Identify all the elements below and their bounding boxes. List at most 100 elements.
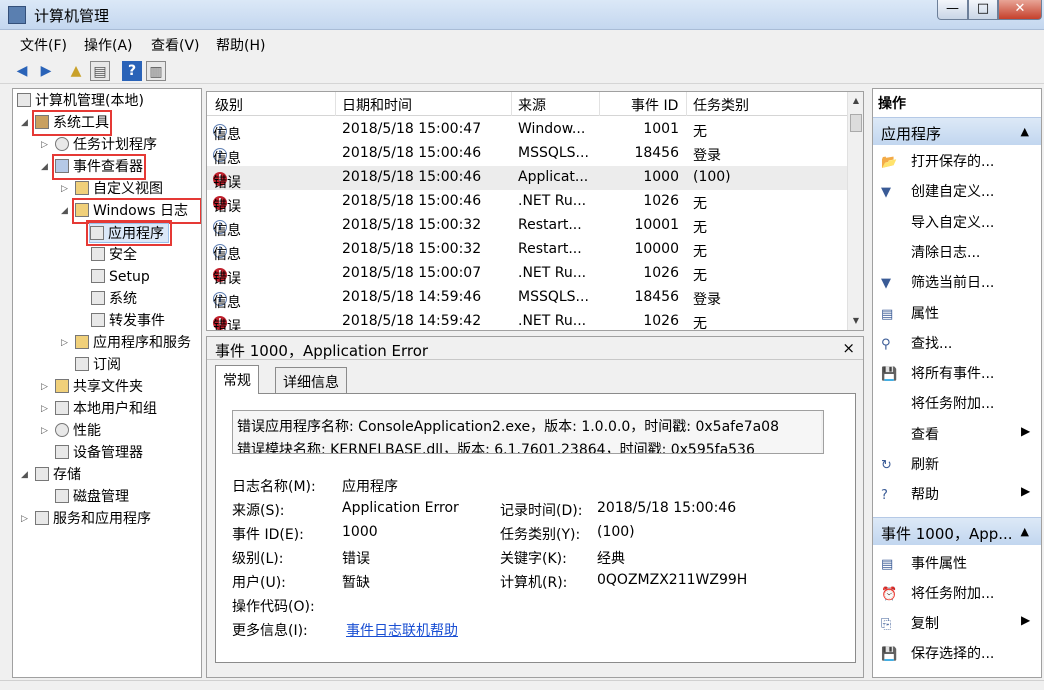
action-copy[interactable]: ⎘ 复制 ▶ xyxy=(881,613,1030,637)
show-hide-action-pane-icon[interactable]: ▥ xyxy=(146,61,166,81)
action-attach-task[interactable]: 将任务附加... xyxy=(881,393,994,417)
menu-view[interactable]: 查看(V) xyxy=(151,35,200,55)
actions-section-event[interactable]: 事件 1000，App... ▲ xyxy=(873,517,1041,545)
table-row[interactable]: i 信息 2018/5/18 15:00:32 Restart... 10000 无 xyxy=(207,238,847,263)
back-arrow-icon[interactable]: ◀ xyxy=(12,61,32,81)
tree-shared-folders[interactable]: 共享文件夹 xyxy=(55,377,143,397)
tree-system-tools[interactable]: 系统工具 xyxy=(32,110,112,136)
tree-services-apps[interactable]: 服务和应用程序 xyxy=(35,509,151,529)
online-help-link[interactable]: 事件日志联机帮助 xyxy=(346,620,458,640)
folder-icon xyxy=(75,203,89,217)
table-row[interactable]: i 信息 2018/5/18 14:59:46 MSSQLS... 18456 登录 xyxy=(207,286,847,311)
action-view[interactable]: 查看 ▶ xyxy=(881,424,1030,448)
tree-root[interactable]: 计算机管理(本地) xyxy=(17,91,144,111)
action-create-custom-view[interactable]: ▼ 创建自定义... xyxy=(881,181,994,205)
action-help[interactable]: ? 帮助 ▶ xyxy=(881,484,1030,508)
close-icon[interactable]: × xyxy=(842,339,855,357)
tree-local-users[interactable]: 本地用户和组 xyxy=(55,399,157,419)
expand-icon[interactable]: ▷ xyxy=(61,338,68,348)
column-source[interactable]: 来源 xyxy=(518,95,546,115)
disk-icon xyxy=(55,489,69,503)
menu-file[interactable]: 文件(F) xyxy=(20,35,67,55)
close-button[interactable]: ✕ xyxy=(998,0,1042,20)
tree-apps-services-logs[interactable]: 应用程序和服务 xyxy=(75,333,191,353)
column-divider[interactable] xyxy=(599,92,600,116)
table-row[interactable]: i 信息 2018/5/18 15:00:46 MSSQLS... 18456 登录 xyxy=(207,142,847,167)
up-folder-icon[interactable]: ▲ xyxy=(66,61,86,81)
collapse-icon[interactable]: ◢ xyxy=(21,118,28,128)
table-row[interactable]: i 信息 2018/5/18 15:00:32 Restart... 10001 无 xyxy=(207,214,847,239)
table-row[interactable]: ! 错误 2018/5/18 15:00:07 .NET Ru... 1026 无 xyxy=(207,262,847,287)
action-refresh[interactable]: ↻ 刷新 xyxy=(881,454,939,478)
expand-icon[interactable]: ▷ xyxy=(41,382,48,392)
event-id-label: 事件 ID(E): xyxy=(232,527,304,543)
action-find[interactable]: ⚲ 查找... xyxy=(881,333,952,357)
table-row[interactable]: i 信息 2018/5/18 15:00:47 Window... 1001 无 xyxy=(207,118,847,143)
collapse-icon[interactable]: ◢ xyxy=(61,206,68,216)
tree-event-viewer[interactable]: 事件查看器 xyxy=(52,154,146,180)
maximize-button[interactable]: □ xyxy=(968,0,998,20)
action-save-selected-events[interactable]: 💾 保存选择的... xyxy=(881,643,994,667)
forward-arrow-icon[interactable]: ▶ xyxy=(36,61,56,81)
collapse-up-icon[interactable]: ▲ xyxy=(1021,125,1029,138)
tree-security-log[interactable]: 安全 xyxy=(91,245,137,265)
tree-application-log[interactable]: 应用程序 xyxy=(86,220,172,246)
column-divider[interactable] xyxy=(511,92,512,116)
tree-disk-management[interactable]: 磁盘管理 xyxy=(55,487,129,507)
action-filter-current-log[interactable]: ▼ 筛选当前日... xyxy=(881,272,994,296)
scroll-up-icon[interactable]: ▲ xyxy=(822,413,823,427)
event-description[interactable]: 错误应用程序名称: ConsoleApplication2.exe，版本: 1.… xyxy=(232,410,824,454)
action-event-properties[interactable]: ▤ 事件属性 xyxy=(881,553,967,577)
scroll-down-icon[interactable]: ▼ xyxy=(822,437,823,451)
help-icon[interactable]: ? xyxy=(122,61,142,81)
column-divider[interactable] xyxy=(335,92,336,116)
action-attach-task-to-event[interactable]: ⏰ 将任务附加... xyxy=(881,583,994,607)
menu-action[interactable]: 操作(A) xyxy=(84,35,133,55)
action-save-all-events[interactable]: 💾 将所有事件... xyxy=(881,363,994,387)
scroll-up-icon[interactable]: ▲ xyxy=(849,94,863,108)
action-import-custom-view[interactable]: 导入自定义... xyxy=(881,212,994,236)
expand-icon[interactable]: ▷ xyxy=(41,140,48,150)
tree-task-scheduler[interactable]: 任务计划程序 xyxy=(55,135,157,155)
tree-performance[interactable]: 性能 xyxy=(55,421,101,441)
list-scrollbar[interactable]: ▲ ▼ xyxy=(847,92,863,330)
description-scrollbar[interactable]: ▲ ▼ xyxy=(821,411,823,453)
show-hide-tree-icon[interactable]: ▤ xyxy=(90,61,110,81)
column-task-category[interactable]: 任务类别 xyxy=(693,95,749,115)
column-divider[interactable] xyxy=(686,92,687,116)
minimize-button[interactable]: — xyxy=(937,0,968,20)
tab-details[interactable]: 详细信息 xyxy=(275,367,347,393)
collapse-icon[interactable]: ◢ xyxy=(21,470,28,480)
table-row[interactable]: ! 错误 2018/5/18 15:00:46 .NET Ru... 1026 无 xyxy=(207,190,847,215)
event-id-cell: 10001 xyxy=(634,217,679,233)
collapse-icon[interactable]: ◢ xyxy=(41,162,48,172)
tree-subscriptions[interactable]: 订阅 xyxy=(75,355,121,375)
expand-icon[interactable]: ▷ xyxy=(41,426,48,436)
tree-storage[interactable]: 存储 xyxy=(35,465,81,485)
menu-help[interactable]: 帮助(H) xyxy=(216,35,265,55)
tree-custom-views[interactable]: 自定义视图 xyxy=(75,179,163,199)
action-open-saved-log[interactable]: 📂 打开保存的... xyxy=(881,151,994,175)
tree-setup-log[interactable]: Setup xyxy=(91,267,150,287)
source-value: Application Error xyxy=(342,500,459,516)
tab-general[interactable]: 常规 xyxy=(215,365,259,394)
action-clear-log[interactable]: 清除日志... xyxy=(881,242,980,266)
expand-icon[interactable]: ▷ xyxy=(21,514,28,524)
column-date[interactable]: 日期和时间 xyxy=(342,95,412,115)
tree-windows-logs[interactable]: Windows 日志 xyxy=(72,198,201,224)
actions-section-application[interactable]: 应用程序 ▲ xyxy=(873,117,1041,145)
tree-device-manager[interactable]: 设备管理器 xyxy=(55,443,143,463)
column-level[interactable]: 级别 xyxy=(215,95,243,115)
expand-icon[interactable]: ▷ xyxy=(61,184,68,194)
collapse-up-icon[interactable]: ▲ xyxy=(1021,525,1029,538)
scroll-down-icon[interactable]: ▼ xyxy=(849,314,863,328)
expand-icon[interactable]: ▷ xyxy=(41,404,48,414)
table-row[interactable]: ! 错误 2018/5/18 15:00:46 Applicat... 1000 (100… xyxy=(207,166,847,191)
column-event-id[interactable]: 事件 ID xyxy=(631,95,678,115)
scroll-thumb[interactable] xyxy=(850,114,862,132)
action-properties[interactable]: ▤ 属性 xyxy=(881,303,939,327)
table-row[interactable]: ! 错误 2018/5/18 14:59:42 .NET Ru... 1026 无 xyxy=(207,310,847,330)
tree-forwarded-events[interactable]: 转发事件 xyxy=(91,311,165,331)
tree-system-log[interactable]: 系统 xyxy=(91,289,137,309)
opcode-label: 操作代码(O): xyxy=(232,599,315,615)
